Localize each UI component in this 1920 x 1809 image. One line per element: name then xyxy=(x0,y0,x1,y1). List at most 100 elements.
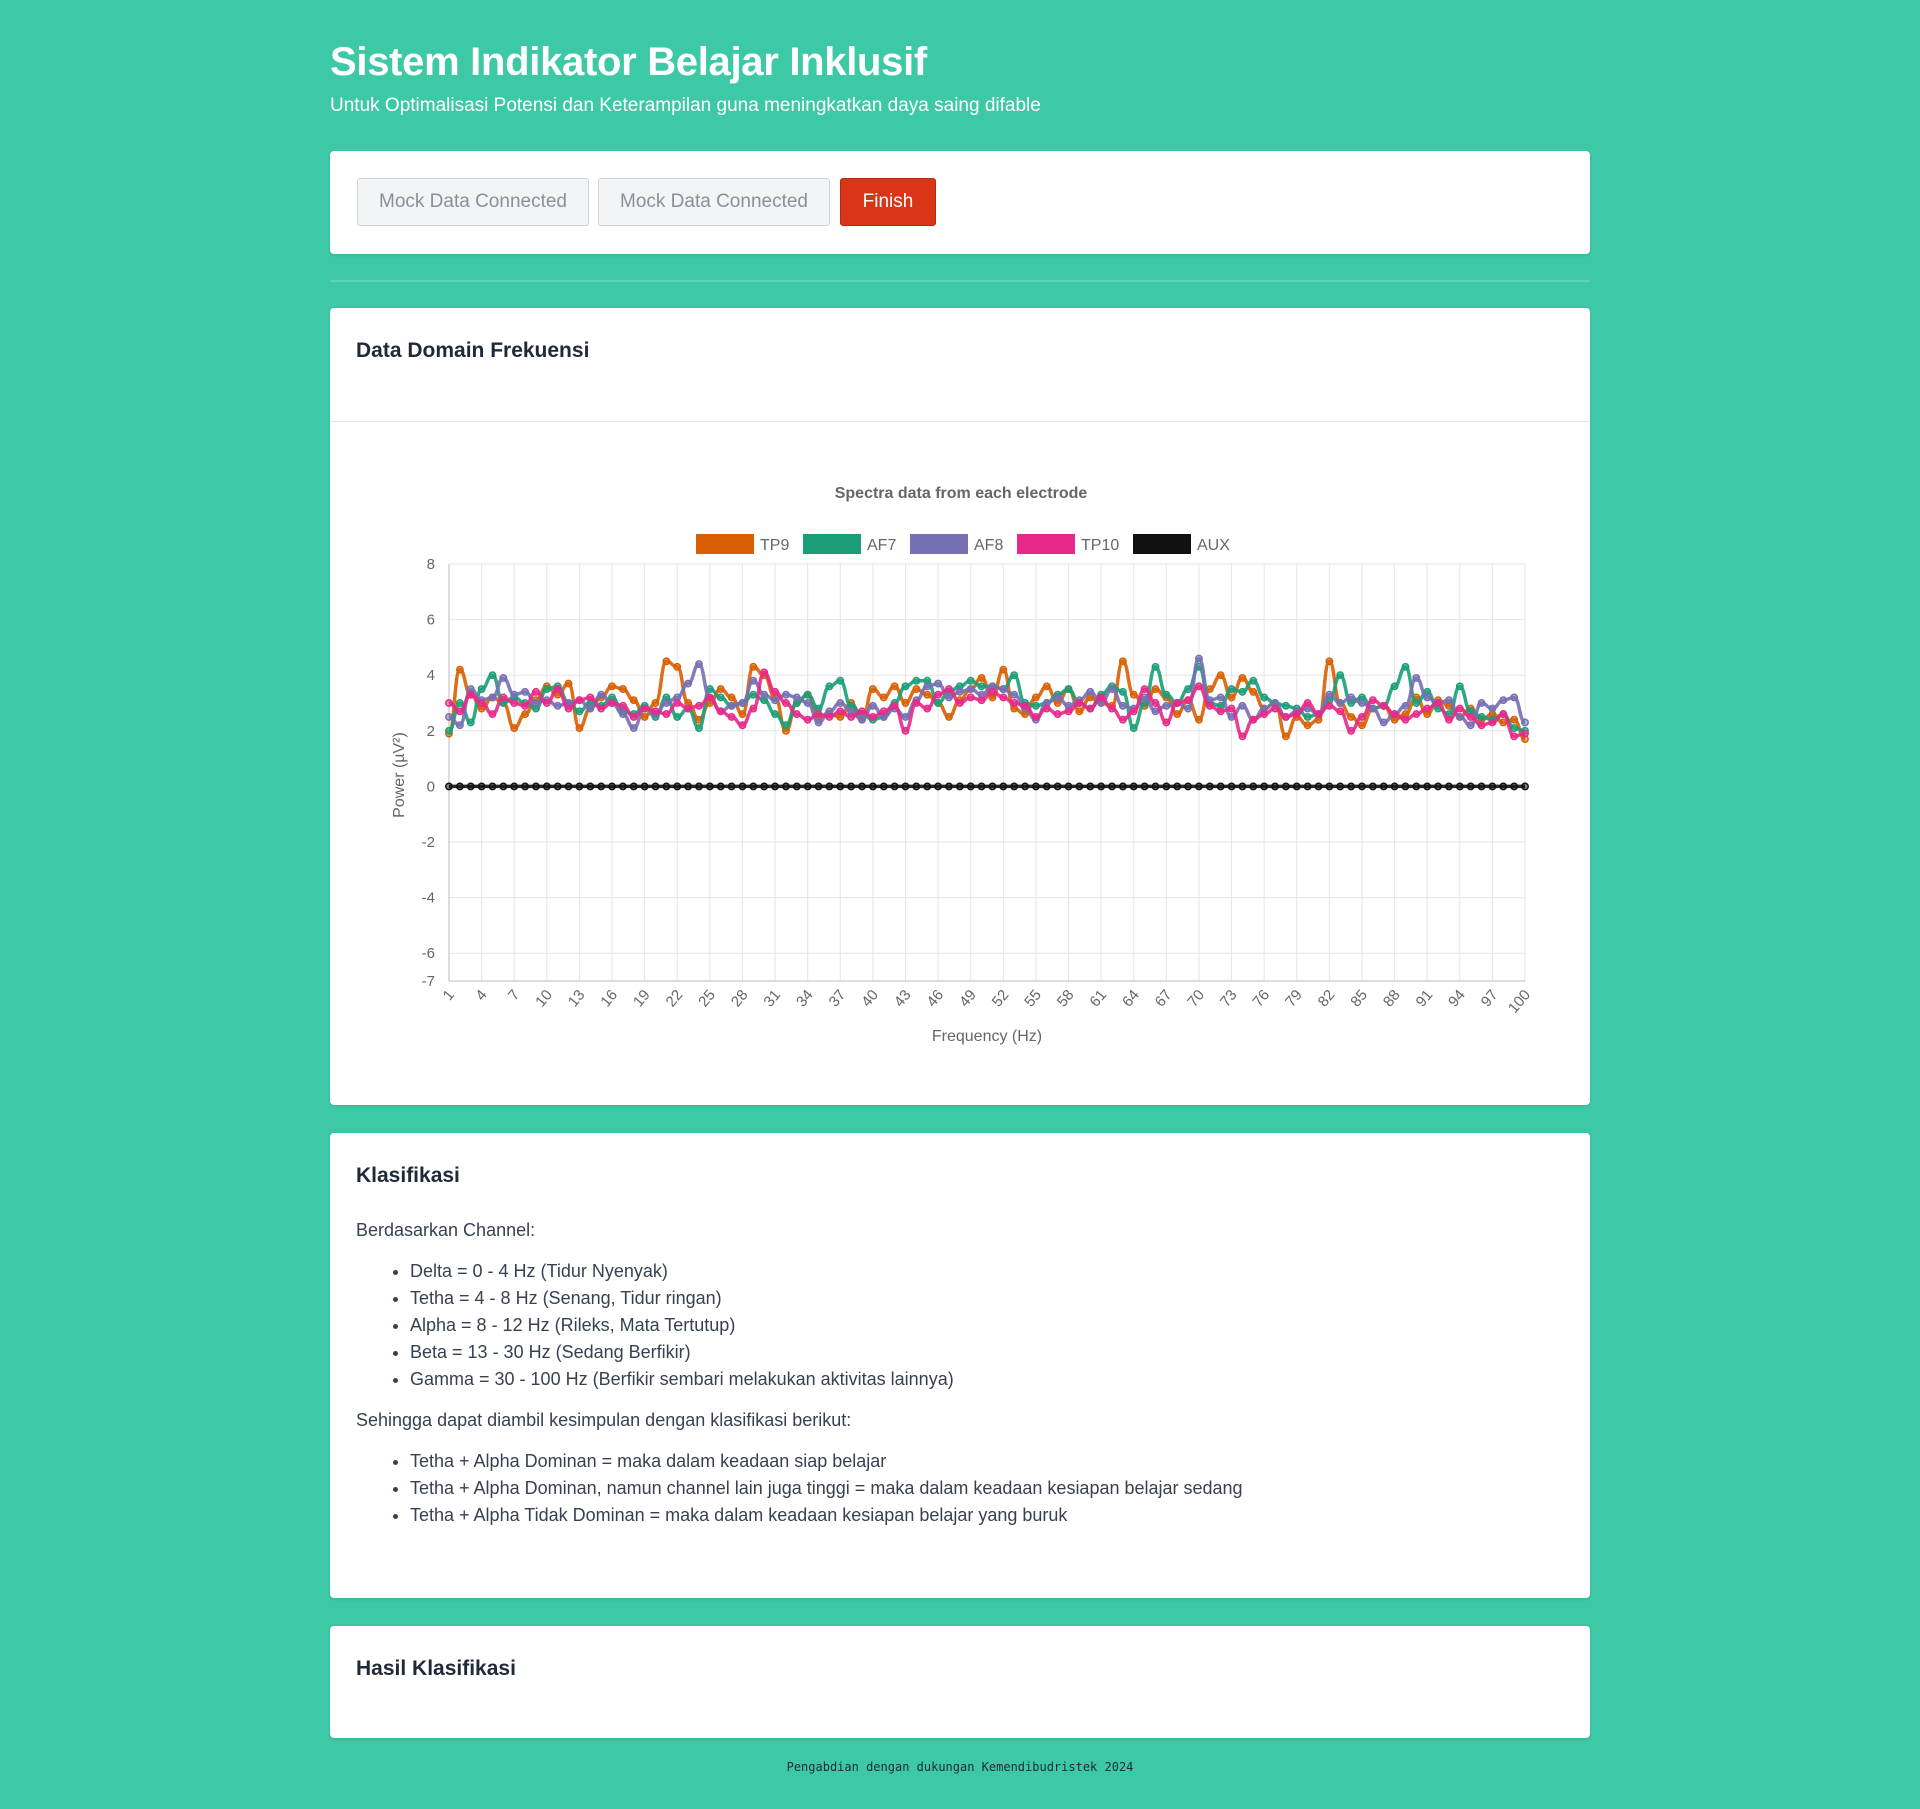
data-point-tp9 xyxy=(608,682,616,691)
data-point-tp10 xyxy=(1031,712,1040,721)
x-tick-label: 64 xyxy=(1119,987,1143,1011)
data-point-tp9 xyxy=(1031,693,1040,702)
connection-toolbar: Mock Data Connected Mock Data Connected … xyxy=(330,151,1590,254)
data-point-tp10 xyxy=(781,699,790,707)
data-point-aux xyxy=(868,782,877,791)
data-point-tp9 xyxy=(1227,693,1236,702)
data-point-tp9 xyxy=(1303,721,1312,730)
data-point-aux xyxy=(1108,782,1116,791)
legend-label-tp10[interactable]: TP10 xyxy=(1081,537,1119,554)
data-point-af8 xyxy=(771,696,780,705)
data-point-af7 xyxy=(542,685,551,694)
data-point-tp10 xyxy=(521,701,530,710)
data-point-tp10 xyxy=(1314,710,1323,719)
data-point-tp10 xyxy=(553,685,562,694)
data-point-af8 xyxy=(1521,718,1529,727)
data-point-aux xyxy=(477,782,486,791)
data-point-aux xyxy=(1140,782,1149,791)
data-point-tp10 xyxy=(1162,718,1171,727)
data-point-aux xyxy=(847,782,856,791)
data-point-tp10 xyxy=(923,704,932,713)
data-point-aux xyxy=(912,782,921,791)
data-point-aux xyxy=(1238,782,1247,791)
data-point-tp10 xyxy=(1488,718,1497,727)
mock-data-button-2[interactable]: Mock Data Connected xyxy=(598,178,830,226)
data-point-af7 xyxy=(1390,682,1399,691)
data-point-af8 xyxy=(618,710,627,719)
data-point-aux xyxy=(695,782,703,791)
y-tick-label: -7 xyxy=(422,973,435,990)
data-point-aux xyxy=(1347,782,1356,791)
x-tick-label: 70 xyxy=(1184,987,1208,1011)
data-point-tp10 xyxy=(531,687,540,696)
data-point-tp10 xyxy=(858,707,866,716)
data-point-af8 xyxy=(1488,704,1497,713)
data-point-tp10 xyxy=(477,699,486,707)
data-point-tp9 xyxy=(1075,707,1084,716)
data-point-aux xyxy=(684,782,693,791)
data-point-aux xyxy=(1358,782,1366,791)
legend-swatch-tp9[interactable] xyxy=(696,534,754,554)
data-point-tp10 xyxy=(1108,704,1116,713)
data-point-aux xyxy=(1325,782,1334,791)
data-point-tp9 xyxy=(945,712,953,721)
data-point-aux xyxy=(1086,782,1095,791)
data-point-af7 xyxy=(1118,687,1127,696)
data-point-af7 xyxy=(781,721,790,730)
data-point-af7 xyxy=(1281,701,1290,710)
data-point-af8 xyxy=(781,690,790,699)
legend-label-af7[interactable]: AF7 xyxy=(867,537,896,554)
data-point-tp10 xyxy=(738,721,747,730)
legend-swatch-aux[interactable] xyxy=(1133,534,1191,554)
data-point-af8 xyxy=(836,699,845,707)
chart-y-axis-label: Power (µV²) xyxy=(391,732,408,818)
data-point-af8 xyxy=(695,660,703,669)
band-item-gamma: Gamma = 30 - 100 Hz (Berfikir sembari me… xyxy=(410,1366,1556,1393)
data-point-af8 xyxy=(727,701,736,710)
data-point-af8 xyxy=(531,699,540,707)
data-point-af8 xyxy=(629,724,638,732)
legend-label-tp9[interactable]: TP9 xyxy=(760,537,789,554)
legend-label-aux[interactable]: AUX xyxy=(1197,537,1230,554)
data-point-af7 xyxy=(1162,690,1171,699)
data-point-af8 xyxy=(901,712,910,721)
data-point-tp9 xyxy=(618,685,627,694)
x-tick-label: 82 xyxy=(1315,987,1339,1011)
data-point-aux xyxy=(814,782,823,791)
band-item-delta: Delta = 0 - 4 Hz (Tidur Nyenyak) xyxy=(410,1258,1556,1285)
x-tick-label: 10 xyxy=(532,987,556,1011)
data-point-aux xyxy=(1423,782,1432,791)
data-point-aux xyxy=(1412,782,1421,791)
finish-button[interactable]: Finish xyxy=(840,178,936,226)
mock-data-button-1[interactable]: Mock Data Connected xyxy=(357,178,589,226)
data-point-tp10 xyxy=(1075,699,1084,707)
data-point-aux xyxy=(836,782,845,791)
data-point-tp9 xyxy=(564,679,573,688)
data-point-tp10 xyxy=(564,704,573,713)
legend-swatch-af7[interactable] xyxy=(803,534,861,554)
data-point-tp10 xyxy=(684,704,693,713)
data-point-af7 xyxy=(836,676,845,685)
data-point-aux xyxy=(1455,782,1464,791)
x-tick-label: 37 xyxy=(826,987,850,1011)
legend-swatch-af8[interactable] xyxy=(910,534,968,554)
legend-label-af8[interactable]: AF8 xyxy=(974,537,1003,554)
data-point-aux xyxy=(597,782,606,791)
data-point-af8 xyxy=(499,674,508,682)
y-tick-label: -2 xyxy=(422,834,435,851)
data-point-tp9 xyxy=(575,724,584,732)
data-point-tp10 xyxy=(988,687,997,696)
data-point-tp9 xyxy=(1499,718,1508,727)
data-point-tp9 xyxy=(1129,690,1138,699)
data-point-aux xyxy=(1227,782,1236,791)
data-point-aux xyxy=(792,782,801,791)
data-point-af7 xyxy=(445,726,453,735)
x-tick-label: 61 xyxy=(1086,987,1110,1011)
data-point-aux xyxy=(1205,782,1214,791)
data-point-af7 xyxy=(1412,699,1421,707)
legend-swatch-tp10[interactable] xyxy=(1017,534,1075,554)
data-point-tp10 xyxy=(640,704,649,713)
data-point-tp9 xyxy=(749,662,758,671)
data-point-tp10 xyxy=(705,693,714,702)
data-point-aux xyxy=(531,782,540,791)
